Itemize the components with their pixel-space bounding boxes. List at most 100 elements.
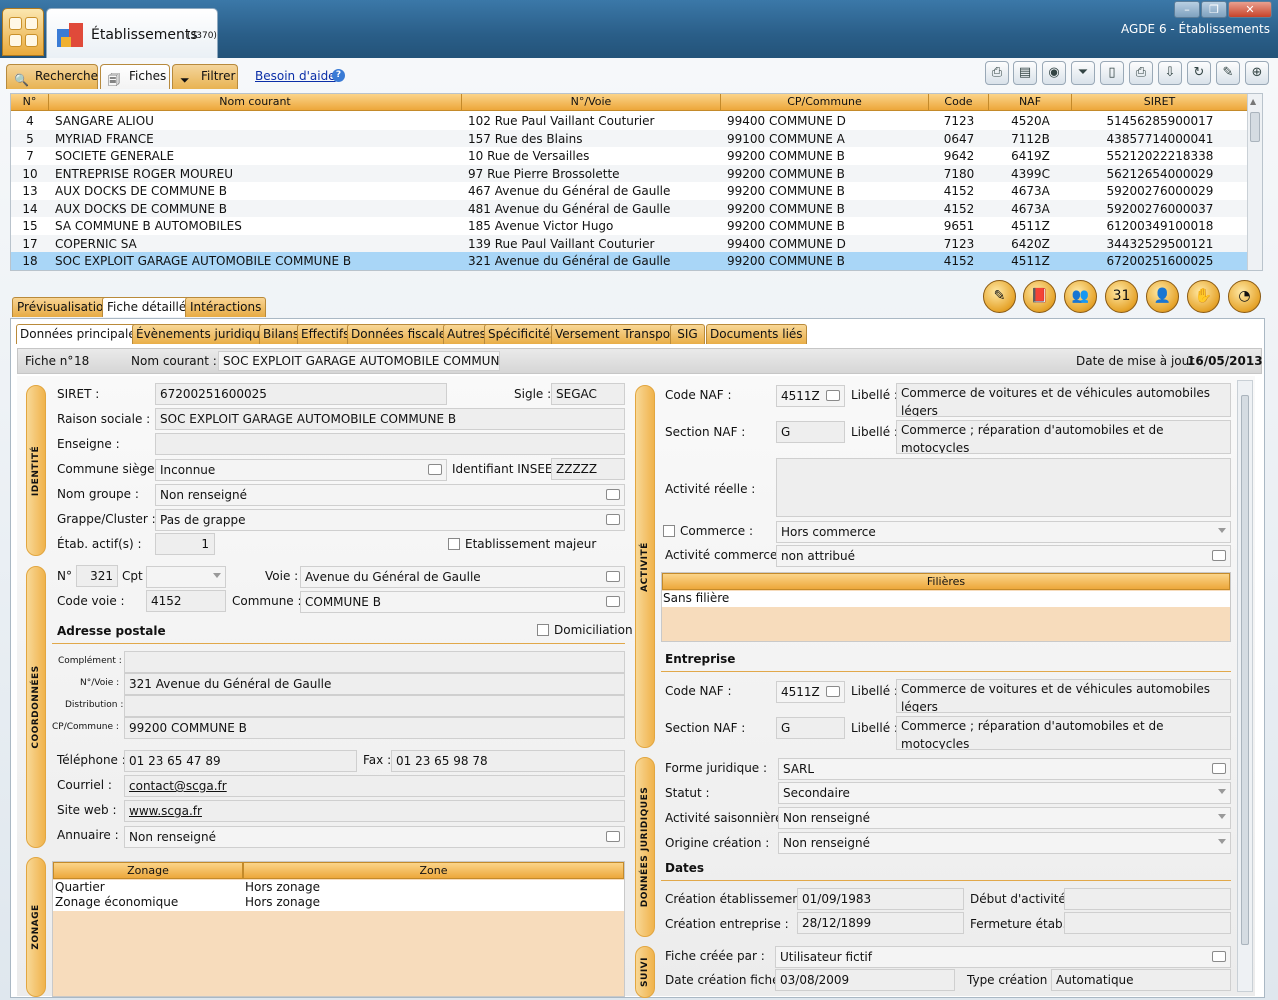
tab-interactions[interactable]: Intéractions: [185, 297, 267, 317]
establishments-table[interactable]: N° Nom courant N°/Voie CP/Commune Code N…: [10, 93, 1263, 271]
lookup-icon[interactable]: [606, 596, 620, 607]
siret-field[interactable]: 67200251600025: [155, 383, 447, 405]
commune-siege-field[interactable]: Inconnue: [155, 459, 447, 481]
code-naf-field[interactable]: 4511Z: [776, 385, 845, 407]
table-row[interactable]: 4 SANGARE ALIOU 102 Rue Paul Vaillant Cout…: [11, 112, 1248, 130]
lookup-icon[interactable]: [826, 686, 840, 697]
group-icon[interactable]: 👥: [1064, 280, 1097, 313]
copy-icon[interactable]: ▤: [1013, 61, 1037, 85]
table-row[interactable]: Sans filière: [662, 591, 1230, 607]
tab-sig[interactable]: SIG: [670, 324, 705, 344]
edit-icon[interactable]: ✎: [1216, 61, 1240, 85]
domiciliation-checkbox[interactable]: [537, 624, 549, 636]
lookup-icon[interactable]: [606, 514, 620, 525]
column-header[interactable]: CP/Commune: [721, 94, 929, 111]
statut-select[interactable]: Secondaire: [778, 782, 1231, 804]
tab-documents-lies[interactable]: Documents liés: [706, 324, 807, 344]
table-row[interactable]: Quartier Hors zonage: [53, 880, 624, 896]
refresh-icon[interactable]: ↻: [1187, 61, 1211, 85]
page-icon[interactable]: ▯: [1100, 61, 1124, 85]
lookup-icon[interactable]: [1212, 951, 1226, 962]
courriel-field[interactable]: contact@scga.fr: [124, 775, 625, 797]
column-header[interactable]: Filières: [662, 573, 1230, 590]
site-web-field[interactable]: www.scga.fr: [124, 800, 625, 822]
filieres-table[interactable]: Filières Sans filière: [661, 572, 1231, 642]
table-row[interactable]: 18 SOC EXPLOIT GARAGE AUTOMOBILE COMMUNE …: [11, 252, 1248, 270]
telephone-field[interactable]: 01 23 65 47 89: [124, 750, 357, 772]
distribution-field[interactable]: [124, 695, 625, 717]
minimize-button[interactable]: –: [1174, 1, 1200, 18]
tab-filtrer[interactable]: ⏷ Filtrer: [172, 64, 238, 89]
column-header[interactable]: SIRET: [1072, 94, 1248, 111]
table-scrollbar[interactable]: ▲: [1247, 94, 1262, 270]
cpt-select[interactable]: [146, 566, 226, 588]
creation-entreprise-field[interactable]: 28/12/1899: [797, 912, 964, 934]
debut-activite-field[interactable]: [1064, 888, 1231, 910]
grappe-field[interactable]: Pas de grappe: [155, 509, 625, 531]
column-header[interactable]: N°: [11, 94, 49, 111]
complement-field[interactable]: [124, 651, 625, 673]
notes-icon[interactable]: ✎: [983, 280, 1016, 313]
form-scrollbar[interactable]: [1237, 380, 1253, 992]
add-icon[interactable]: ⊕: [1245, 61, 1269, 85]
raison-sociale-field[interactable]: SOC EXPLOIT GARAGE AUTOMOBILE COMMUNE B: [155, 408, 625, 430]
column-header[interactable]: Zone: [243, 862, 624, 879]
tab-recherche[interactable]: 🔍 Recherche: [6, 64, 98, 89]
table-row[interactable]: 14 AUX DOCKS DE COMMUNE B 481 Avenue du Gé…: [11, 199, 1248, 217]
origine-creation-select[interactable]: Non renseigné: [778, 832, 1231, 854]
table-row[interactable]: Zonage économique Hors zonage: [53, 895, 624, 911]
etablissement-majeur-checkbox[interactable]: [448, 538, 460, 550]
table-row[interactable]: 17 COPERNIC SA 139 Rue Paul Vaillant Coutu…: [11, 234, 1248, 252]
lookup-icon[interactable]: [826, 390, 840, 401]
book-icon[interactable]: 📕: [1023, 280, 1056, 313]
zonage-table[interactable]: Zonage Zone Quartier Hors zonage Zonage é…: [52, 861, 625, 997]
globe-icon[interactable]: ◉: [1042, 61, 1066, 85]
enseigne-field[interactable]: [155, 433, 625, 455]
lookup-icon[interactable]: [606, 571, 620, 582]
table-row[interactable]: 13 AUX DOCKS DE COMMUNE B 467 Avenue du Gé…: [11, 182, 1248, 200]
column-header[interactable]: Nom courant: [49, 94, 462, 111]
tab-evenements-juridiques[interactable]: Évènements juridiques: [132, 324, 278, 344]
tab-previsualisation[interactable]: Prévisualisation: [12, 297, 116, 317]
date-creation-fiche-field[interactable]: 03/08/2009: [775, 969, 955, 991]
activite-reelle-field[interactable]: [776, 458, 1231, 517]
tab-specificites[interactable]: Spécificités: [484, 324, 561, 344]
help-icon[interactable]: ?: [332, 69, 345, 82]
fiche-creee-par-field[interactable]: Utilisateur fictif: [775, 946, 1231, 968]
tab-versement-transport[interactable]: Versement Transport: [551, 324, 684, 344]
table-row[interactable]: 10 ENTREPRISE ROGER MOUREU 97 Rue Pierre B…: [11, 164, 1248, 182]
help-link[interactable]: Besoin d'aide: [255, 69, 336, 83]
table-row[interactable]: 7 SOCIETE GENERALE 10 Rue de Versailles 992…: [11, 147, 1248, 165]
voie-field[interactable]: Avenue du Général de Gaulle: [300, 566, 625, 588]
nom-groupe-field[interactable]: Non renseigné: [155, 484, 625, 506]
fermeture-field[interactable]: [1064, 912, 1231, 934]
export-icon[interactable]: ⎙: [985, 61, 1009, 85]
e-code-naf-field[interactable]: 4511Z: [776, 681, 845, 703]
nvoie-field[interactable]: 321 Avenue du Général de Gaulle: [124, 673, 625, 695]
tab-effectifs[interactable]: Effectifs: [297, 324, 354, 344]
download-icon[interactable]: ⇩: [1158, 61, 1182, 85]
forme-juridique-field[interactable]: SARL: [778, 758, 1231, 780]
chart-icon[interactable]: ◔: [1228, 280, 1261, 313]
creation-etablissement-field[interactable]: 01/09/1983: [797, 888, 964, 910]
tab-fiches[interactable]: 🗐 Fiches: [100, 64, 170, 89]
activite-saisonniere-select[interactable]: Non renseigné: [778, 807, 1231, 829]
contacts-icon[interactable]: 👤: [1146, 280, 1179, 313]
table-row[interactable]: 15 SA COMMUNE B AUTOMOBILES 185 Avenue Vic…: [11, 217, 1248, 235]
fax-field[interactable]: 01 23 65 98 78: [391, 750, 625, 772]
lookup-icon[interactable]: [606, 831, 620, 842]
print-icon[interactable]: ⎙: [1129, 61, 1153, 85]
table-row[interactable]: 5 MYRIAD FRANCE 157 Rue des Blains 99100 CO…: [11, 129, 1248, 147]
tab-autres[interactable]: Autres: [443, 324, 490, 344]
maximize-button[interactable]: ❐: [1201, 1, 1227, 18]
code-voie-field[interactable]: 4152: [146, 590, 226, 612]
lookup-icon[interactable]: [1212, 550, 1226, 561]
funnel-icon[interactable]: ⏷: [1071, 61, 1095, 85]
lookup-icon[interactable]: [606, 489, 620, 500]
activite-commerce-field[interactable]: non attribué: [776, 545, 1231, 567]
annuaire-field[interactable]: Non renseigné: [124, 826, 625, 848]
tab-donnees-principales[interactable]: Données principales: [16, 324, 146, 344]
column-header[interactable]: Code: [929, 94, 989, 111]
handshake-icon[interactable]: ✋: [1187, 280, 1220, 313]
calendar-icon[interactable]: 31: [1105, 280, 1138, 313]
